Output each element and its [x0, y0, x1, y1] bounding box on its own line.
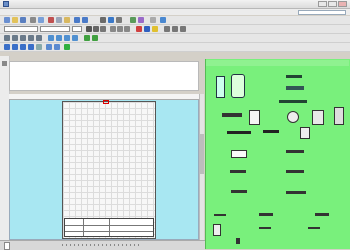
open-icon[interactable]	[12, 17, 18, 23]
stencil-cabinet-icon[interactable]	[249, 110, 260, 125]
stencil-pipe-icon[interactable]	[286, 75, 302, 78]
stencil-cable-icon[interactable]	[286, 170, 304, 173]
title-block-divider	[83, 219, 84, 236]
layer-icon[interactable]	[4, 44, 10, 50]
line-weight-icon[interactable]	[164, 26, 170, 32]
line-color-icon[interactable]	[144, 26, 150, 32]
grid-icon[interactable]	[12, 44, 18, 50]
view-toolbar	[0, 43, 350, 52]
stencil-pump-icon[interactable]	[287, 111, 299, 123]
parts-library-panel	[205, 59, 350, 249]
stencil-valve-icon[interactable]	[334, 107, 344, 125]
formatting-toolbar	[0, 25, 350, 34]
stencil-bar-icon[interactable]	[286, 86, 304, 90]
stencil-tray-icon[interactable]	[231, 190, 247, 193]
zoom-icon[interactable]	[130, 17, 136, 23]
undo-icon[interactable]	[74, 17, 80, 23]
page-icon[interactable]	[46, 44, 52, 50]
stencil-duct-icon[interactable]	[230, 170, 246, 173]
guides-icon[interactable]	[28, 44, 34, 50]
minimize-button[interactable]	[318, 1, 327, 7]
new-icon[interactable]	[4, 17, 10, 23]
stencil-switch-icon[interactable]	[213, 224, 221, 236]
rotate-icon[interactable]	[84, 35, 90, 41]
stencil-lead-icon[interactable]	[259, 227, 271, 229]
pencil-icon[interactable]	[12, 35, 18, 41]
font-color-icon[interactable]	[136, 26, 142, 32]
shapes-icon[interactable]	[138, 17, 144, 23]
line-ends-icon[interactable]	[180, 26, 186, 32]
print-icon[interactable]	[30, 17, 36, 23]
line-tool-icon[interactable]	[20, 35, 26, 41]
close-button[interactable]	[338, 1, 347, 7]
copy-icon[interactable]	[56, 17, 62, 23]
align-left-icon[interactable]	[110, 26, 116, 32]
stencil-vessel-icon[interactable]	[231, 74, 245, 98]
cut-icon[interactable]	[48, 17, 54, 23]
align-right-icon[interactable]	[124, 26, 130, 32]
add-shape-icon[interactable]	[64, 44, 70, 50]
horizontal-scroll-ruler	[62, 244, 142, 246]
library-title-bar	[206, 60, 349, 66]
italic-icon[interactable]	[93, 26, 99, 32]
drawing-toolbar	[0, 34, 350, 43]
stencil-beam-icon[interactable]	[227, 131, 251, 134]
pointer-tool-icon[interactable]	[4, 35, 10, 41]
stencil-busbar-icon[interactable]	[286, 191, 306, 194]
stencil-tank-icon[interactable]	[216, 76, 225, 98]
ellipse-tool-icon[interactable]	[36, 35, 42, 41]
header-panel	[9, 61, 199, 91]
standard-toolbar	[0, 16, 350, 25]
bring-front-icon[interactable]	[64, 35, 70, 41]
menu-bar	[0, 9, 350, 15]
zoom-fit-icon[interactable]	[54, 44, 60, 50]
paste-icon[interactable]	[64, 17, 70, 23]
stencil-motor-icon[interactable]	[312, 110, 324, 125]
pane-icon[interactable]	[2, 61, 7, 66]
vertical-scrollbar[interactable]	[199, 94, 204, 240]
ungroup-icon[interactable]	[56, 35, 62, 41]
stencil-link-icon[interactable]	[315, 213, 329, 216]
bold-icon[interactable]	[86, 26, 92, 32]
stencil-wire-icon[interactable]	[214, 214, 226, 216]
redo-icon[interactable]	[82, 17, 88, 23]
style-dropdown[interactable]	[4, 26, 38, 32]
title-block-divider	[109, 219, 110, 236]
group-icon[interactable]	[48, 35, 54, 41]
fill-color-icon[interactable]	[152, 26, 158, 32]
line-pattern-icon[interactable]	[172, 26, 178, 32]
stencil-conduit-icon[interactable]	[286, 150, 304, 153]
align-center-icon[interactable]	[117, 26, 123, 32]
stencil-rail-icon[interactable]	[263, 130, 279, 133]
stencil-heater-icon[interactable]	[222, 113, 242, 117]
stencil-box-icon[interactable]	[300, 127, 310, 139]
send-back-icon[interactable]	[72, 35, 78, 41]
stencil-fuse-icon[interactable]	[236, 238, 240, 244]
help-icon[interactable]	[160, 17, 166, 23]
pointer-icon[interactable]	[100, 17, 106, 23]
font-size-dropdown[interactable]	[72, 26, 82, 32]
help-search-input[interactable]	[298, 10, 346, 15]
dropdown-chevron-icon[interactable]	[36, 44, 42, 50]
connector-icon[interactable]	[108, 17, 114, 23]
underline-icon[interactable]	[100, 26, 106, 32]
stencil-line-icon[interactable]	[279, 100, 307, 103]
preview-icon[interactable]	[38, 17, 44, 23]
app-icon	[3, 1, 9, 7]
flip-icon[interactable]	[92, 35, 98, 41]
save-icon[interactable]	[20, 17, 26, 23]
stencil-bus-icon[interactable]	[259, 213, 273, 216]
maximize-button[interactable]	[328, 1, 337, 7]
selection-marker[interactable]	[103, 100, 109, 104]
stencil-jumper-icon[interactable]	[308, 227, 320, 229]
stencil-panel-icon[interactable]	[231, 150, 247, 158]
font-dropdown[interactable]	[40, 26, 70, 32]
text-tool-icon[interactable]	[116, 17, 122, 23]
title-block	[64, 218, 154, 237]
rectangle-tool-icon[interactable]	[28, 35, 34, 41]
scrollbar-thumb[interactable]	[200, 134, 204, 174]
snap-icon[interactable]	[20, 44, 26, 50]
zoom-percent-dropdown[interactable]	[150, 17, 156, 23]
title-bar	[0, 0, 350, 9]
